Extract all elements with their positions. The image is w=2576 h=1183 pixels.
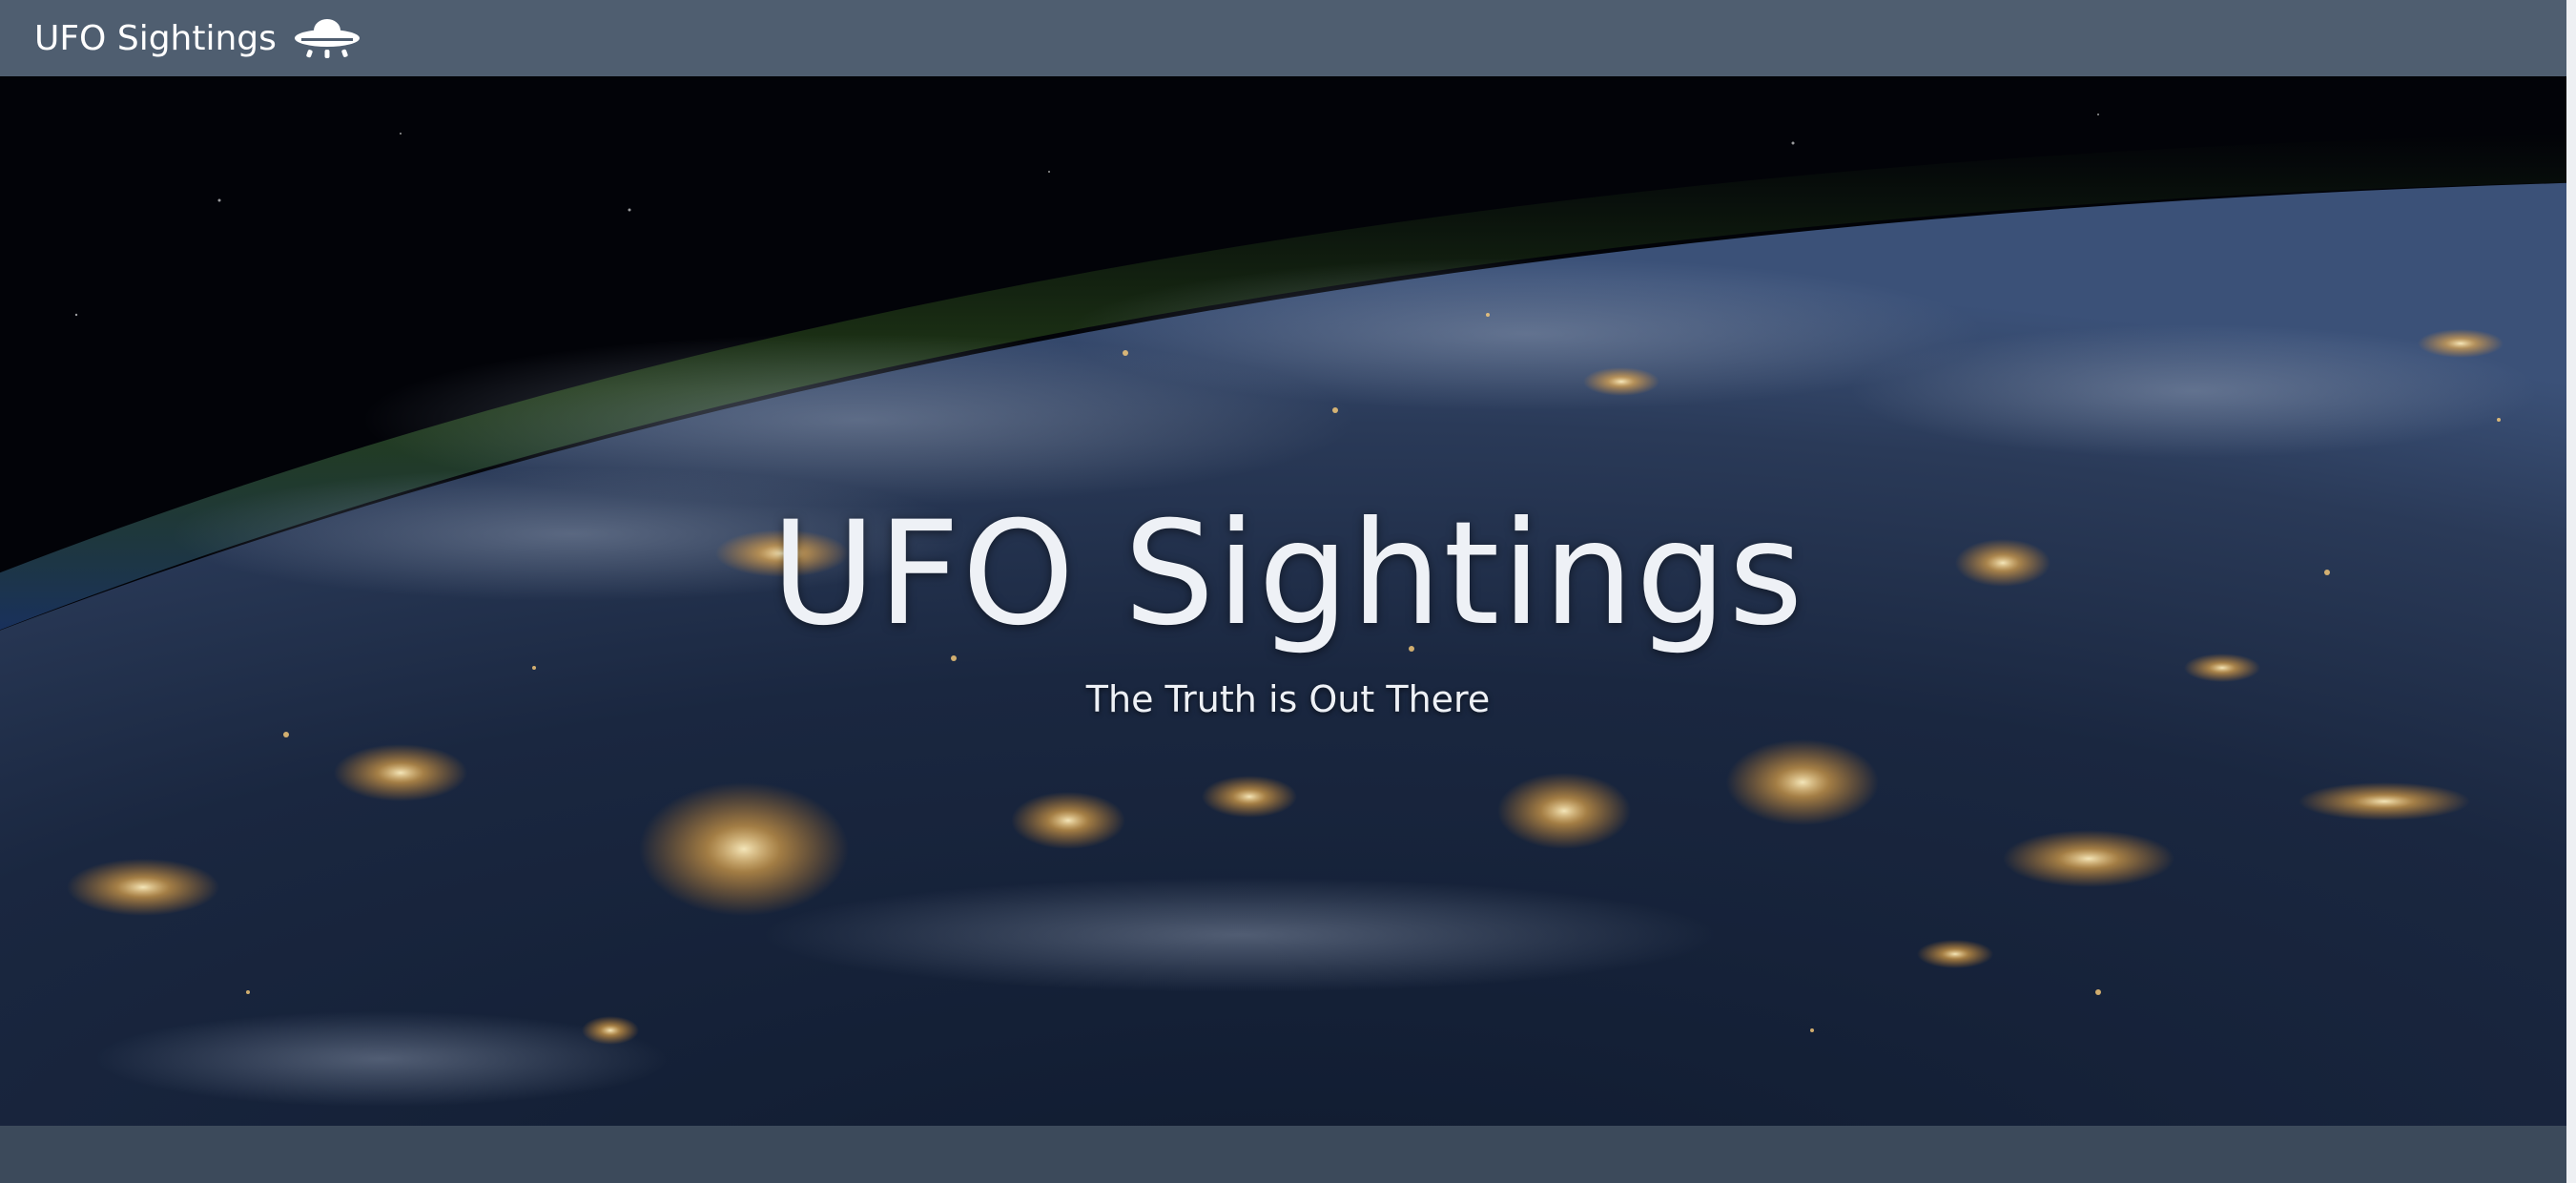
hero-title: UFO Sightings [771, 491, 1805, 657]
top-navbar: UFO Sightings [0, 0, 2576, 76]
hero-banner: UFO Sightings The Truth is Out There [0, 76, 2576, 1126]
scrollbar[interactable] [2566, 0, 2576, 1183]
footer-strip [0, 1126, 2576, 1183]
hero-text-block: UFO Sightings The Truth is Out There [0, 491, 2576, 721]
brand-link[interactable]: UFO Sightings [34, 15, 362, 61]
hero-subtitle: The Truth is Out There [1085, 678, 1491, 720]
ufo-icon [292, 15, 362, 61]
brand-label: UFO Sightings [34, 18, 277, 58]
